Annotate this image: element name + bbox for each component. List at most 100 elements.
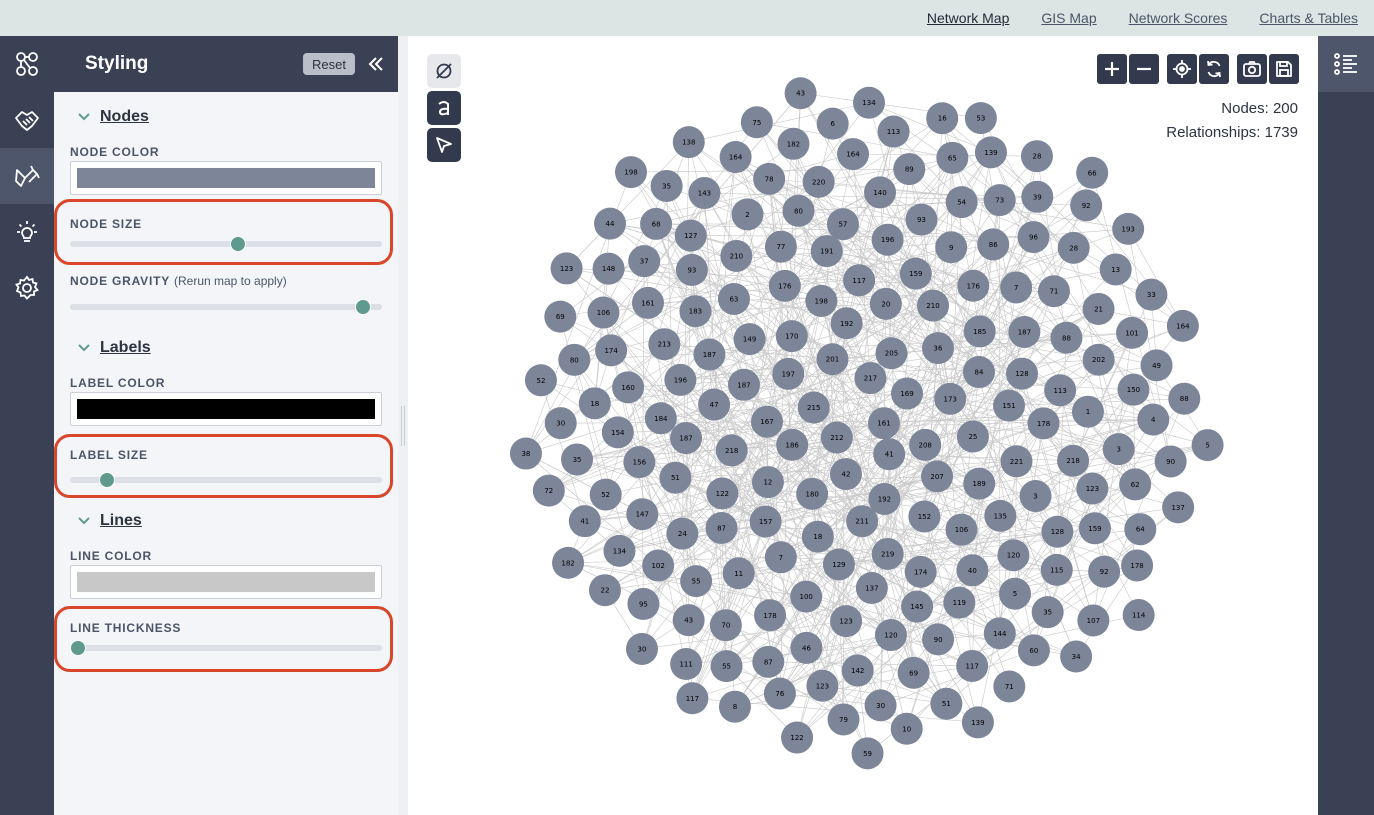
graph-node[interactable]: 93: [675, 253, 708, 286]
graph-node[interactable]: 152: [908, 500, 941, 533]
graph-node[interactable]: 119: [943, 586, 976, 619]
graph-node[interactable]: 72: [532, 474, 565, 507]
graph-node[interactable]: 135: [984, 499, 1017, 532]
graph-node[interactable]: 148: [592, 252, 625, 285]
graph-node[interactable]: 113: [877, 115, 910, 148]
graph-node[interactable]: 76: [763, 677, 796, 710]
graph-node[interactable]: 157: [749, 505, 782, 538]
graph-node[interactable]: 87: [705, 512, 738, 545]
graph-node[interactable]: 92: [1070, 189, 1103, 222]
graph-node[interactable]: 66: [1076, 156, 1109, 189]
graph-node[interactable]: 219: [871, 537, 904, 570]
graph-node[interactable]: 114: [1122, 599, 1155, 632]
graph-node[interactable]: 90: [922, 623, 955, 656]
graph-node[interactable]: 70: [709, 609, 742, 642]
graph-node[interactable]: 106: [587, 296, 620, 329]
graph-node[interactable]: 5: [1191, 429, 1224, 462]
graph-node[interactable]: 42: [829, 458, 862, 491]
graph-node[interactable]: 142: [841, 654, 874, 687]
node-color-picker[interactable]: [70, 161, 382, 195]
label-toggle-button[interactable]: [427, 91, 461, 125]
graph-node[interactable]: 75: [740, 106, 773, 139]
graph-node[interactable]: 137: [1162, 491, 1195, 524]
graph-node[interactable]: 218: [715, 434, 748, 467]
graph-node[interactable]: 71: [993, 670, 1026, 703]
screenshot-button[interactable]: [1237, 54, 1267, 84]
graph-node[interactable]: 176: [957, 269, 990, 302]
graph-node[interactable]: 161: [631, 286, 664, 319]
label-color-picker[interactable]: [70, 392, 382, 426]
slider-thumb[interactable]: [355, 299, 372, 315]
graph-node[interactable]: 182: [777, 127, 810, 160]
graph-node[interactable]: 183: [679, 295, 712, 328]
graph-node[interactable]: 24: [666, 517, 699, 550]
graph-node[interactable]: 205: [875, 337, 908, 370]
nav-network-scores[interactable]: Network Scores: [1129, 10, 1228, 26]
network-map-canvas[interactable]: 161 212 217 41 215 169 42 201 208 186 205 192 197 173…: [408, 36, 1318, 815]
graph-node[interactable]: 170: [775, 320, 808, 353]
graph-node[interactable]: 117: [956, 649, 989, 682]
graph-node[interactable]: 123: [806, 669, 839, 702]
graph-node[interactable]: 167: [750, 405, 783, 438]
graph-node[interactable]: 140: [864, 176, 897, 209]
slider-thumb[interactable]: [230, 236, 247, 252]
graph-node[interactable]: 28: [1057, 231, 1090, 264]
graph-node[interactable]: 113: [1044, 374, 1077, 407]
graph-node[interactable]: 18: [801, 520, 834, 553]
graph-node[interactable]: 187: [693, 338, 726, 371]
graph-node[interactable]: 60: [1017, 634, 1050, 667]
graph-node[interactable]: 196: [871, 223, 904, 256]
legend-toggle-button[interactable]: [1318, 36, 1374, 92]
graph-node[interactable]: 173: [934, 382, 967, 415]
clear-selection-button[interactable]: [427, 54, 461, 88]
graph-node[interactable]: 10: [890, 712, 923, 745]
graph-node[interactable]: 193: [1112, 212, 1145, 245]
graph-node[interactable]: 52: [589, 478, 622, 511]
save-map-button[interactable]: [1269, 54, 1299, 84]
graph-node[interactable]: 134: [852, 86, 885, 119]
graph-node[interactable]: 18: [578, 387, 611, 420]
graph-node[interactable]: 7: [764, 541, 797, 574]
graph-node[interactable]: 79: [827, 703, 860, 736]
graph-node[interactable]: 87: [752, 645, 785, 678]
graph-node[interactable]: 11: [722, 557, 755, 590]
graph-node[interactable]: 186: [776, 428, 809, 461]
graph-node[interactable]: 207: [921, 460, 954, 493]
select-pointer-button[interactable]: [427, 128, 461, 162]
collapse-panel-button[interactable]: [365, 53, 387, 75]
graph-node[interactable]: 78: [753, 162, 786, 195]
zoom-in-button[interactable]: [1097, 54, 1127, 84]
graph-node[interactable]: 128: [1041, 515, 1074, 548]
graph-node[interactable]: 93: [905, 203, 938, 236]
graph-node[interactable]: 68: [640, 207, 673, 240]
graph-node[interactable]: 212: [820, 421, 853, 454]
graph-node[interactable]: 20: [869, 287, 902, 320]
graph-node[interactable]: 111: [670, 648, 703, 681]
graph-node[interactable]: 145: [901, 590, 934, 623]
graph-node[interactable]: 43: [784, 77, 817, 110]
section-toggle-nodes[interactable]: Nodes: [78, 108, 149, 126]
nav-network-map[interactable]: Network Map: [927, 10, 1009, 26]
graph-node[interactable]: 139: [961, 706, 994, 739]
graph-node[interactable]: 123: [1076, 472, 1109, 505]
graph-node[interactable]: 4: [1137, 403, 1170, 436]
graph-node[interactable]: 150: [1117, 373, 1150, 406]
graph-node[interactable]: 28: [1020, 140, 1053, 173]
graph-node[interactable]: 3: [1102, 433, 1135, 466]
graph-node[interactable]: 69: [544, 300, 577, 333]
graph-node[interactable]: 178: [1121, 549, 1154, 582]
graph-node[interactable]: 21: [1082, 292, 1115, 325]
graph-node[interactable]: 35: [561, 443, 594, 476]
graph-node[interactable]: 73: [983, 184, 1016, 217]
rail-item-insights[interactable]: [0, 204, 54, 260]
graph-node[interactable]: 198: [805, 284, 838, 317]
graph-node[interactable]: 35: [1031, 596, 1064, 629]
graph-node[interactable]: 187: [1008, 315, 1041, 348]
graph-node[interactable]: 37: [628, 245, 661, 278]
graph-node[interactable]: 210: [916, 289, 949, 322]
slider-thumb[interactable]: [69, 640, 86, 656]
graph-node[interactable]: 16: [926, 102, 959, 135]
network-graph[interactable]: 1612122174121516942201208186205192197173…: [408, 36, 1318, 815]
graph-node[interactable]: 123: [830, 605, 863, 638]
graph-node[interactable]: 139: [974, 136, 1007, 169]
